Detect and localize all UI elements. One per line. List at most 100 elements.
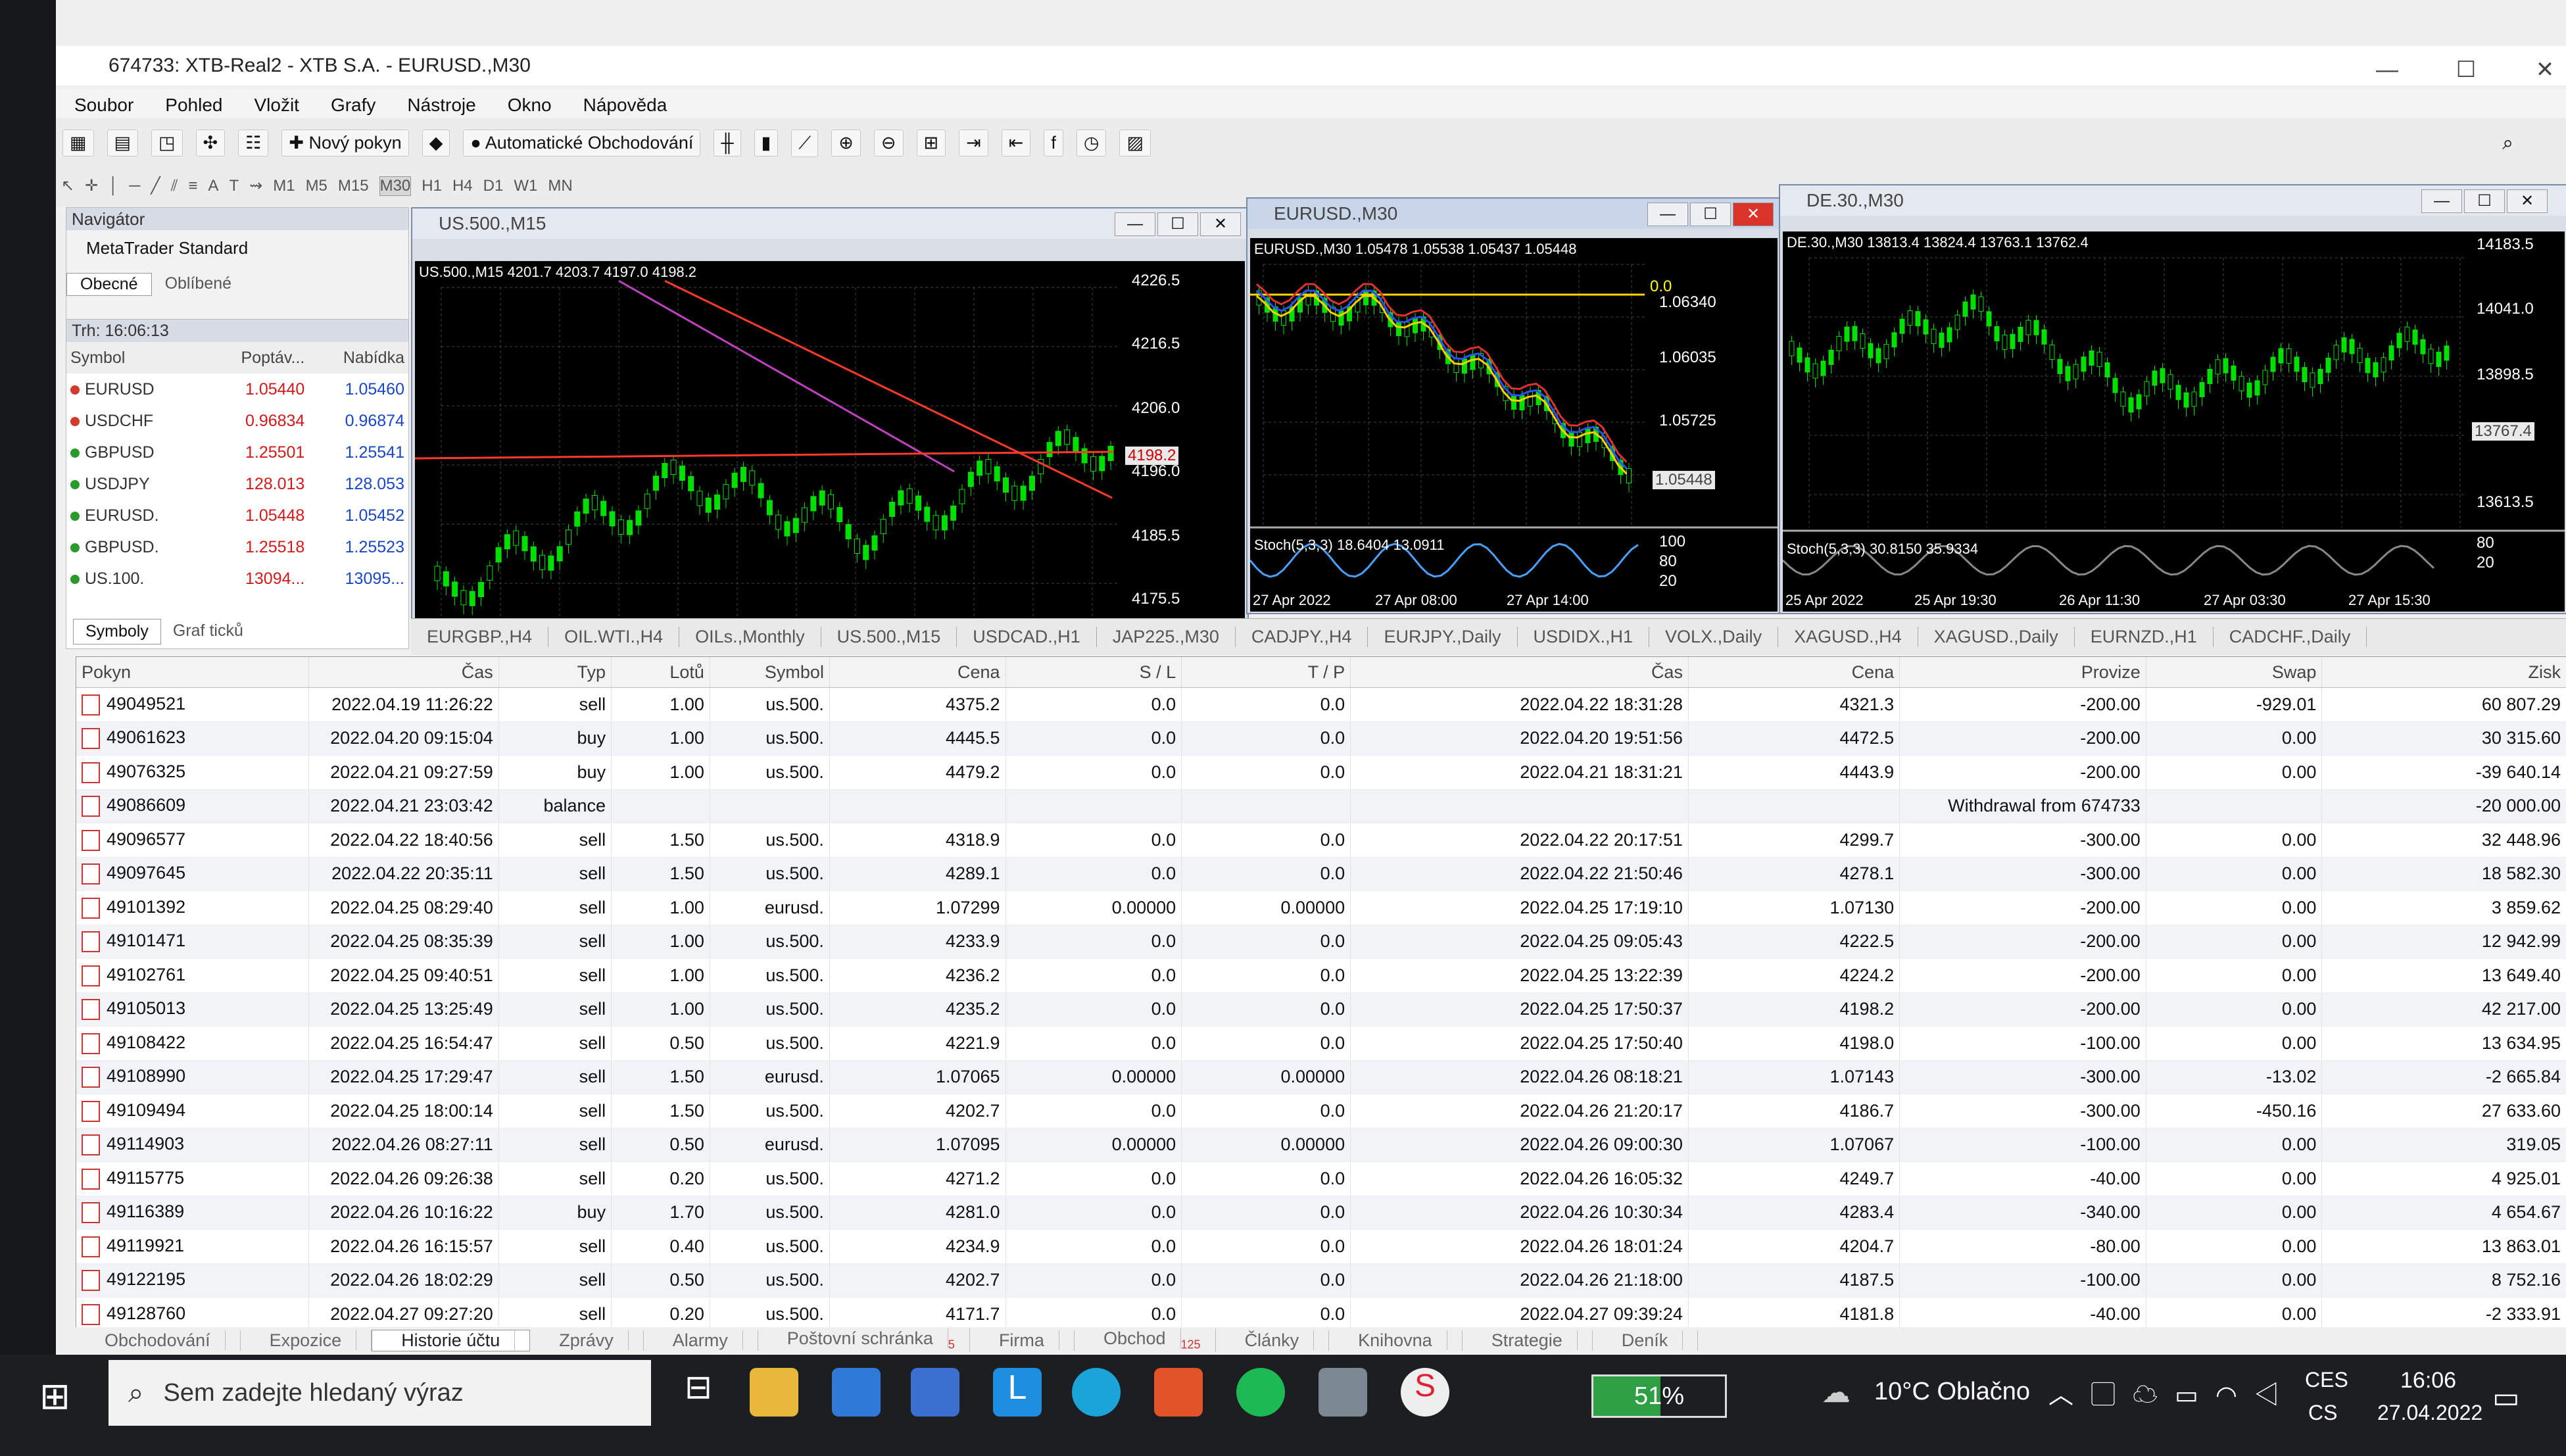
chart-maximize-button[interactable]: ☐ [2464, 189, 2505, 213]
clock-date[interactable]: 27.04.2022 [2377, 1401, 2482, 1425]
spotify-icon[interactable] [1236, 1368, 1285, 1417]
indicators-icon[interactable]: f [1044, 130, 1063, 157]
periods-icon[interactable]: ◷ [1076, 130, 1107, 157]
chart-tab[interactable]: CADCHF.,Daily [2214, 627, 2367, 647]
market-watch-icon[interactable]: ◳ [151, 130, 183, 157]
history-col-header[interactable]: Typ [498, 657, 612, 688]
chart-tab[interactable]: USDIDX.,H1 [1518, 627, 1650, 647]
menu-napoveda[interactable]: Nápověda [583, 95, 667, 116]
history-col-header[interactable]: Cena [1688, 657, 1900, 688]
history-row[interactable]: 49076325 2022.04.21 09:27:59 buy 1.00 us.500… [76, 755, 2566, 790]
lang-indicator-1[interactable]: CES [2305, 1368, 2348, 1392]
file-explorer-icon[interactable] [750, 1368, 798, 1417]
history-row[interactable]: 49128760 2022.04.27 09:27:20 sell 0.20 us.50… [76, 1297, 2566, 1332]
xtb-app-icon[interactable] [1319, 1368, 1367, 1417]
edge-icon[interactable] [1072, 1368, 1121, 1417]
fibonacci-icon[interactable]: ≡ [188, 177, 197, 195]
taskbar-search-box[interactable]: ⌕ Sem zadejte hledaný výraz [109, 1360, 651, 1426]
menu-nastroje[interactable]: Nástroje [407, 95, 475, 116]
history-col-header[interactable]: Symbol [710, 657, 830, 688]
lang-indicator-2[interactable]: CS [2308, 1401, 2337, 1425]
notifications-icon[interactable]: ▭ [2492, 1381, 2520, 1415]
market-row[interactable]: US.100. 13094... 13095... [66, 563, 408, 595]
chart-window-us500[interactable]: US.500.,M15 — ☐ ✕ US.500.,M15 4201.7 420… [411, 207, 1249, 624]
store-icon[interactable] [911, 1368, 959, 1417]
windows-start-icon[interactable]: ⊞ [39, 1374, 70, 1418]
line-chart-icon[interactable]: ⟋ [791, 129, 819, 157]
terminal-tab[interactable]: Firma [970, 1330, 1075, 1351]
vertical-line-icon[interactable]: │ [109, 177, 118, 195]
s-app-icon[interactable]: S [1401, 1368, 1449, 1417]
chart-tab[interactable]: EURNZD.,H1 [2075, 627, 2214, 647]
tf-mn[interactable]: MN [548, 177, 572, 195]
tab-tick-chart[interactable]: Graf ticků [161, 619, 255, 644]
history-col-header[interactable]: Swap [2146, 657, 2323, 688]
history-col-header[interactable]: Cena [829, 657, 1006, 688]
tf-m1[interactable]: M1 [273, 177, 295, 195]
tab-symbols[interactable]: Symboly [73, 619, 161, 644]
history-row[interactable]: 49108990 2022.04.25 17:29:47 sell 1.50 eurus… [76, 1060, 2566, 1094]
history-row[interactable]: 49122195 2022.04.26 18:02:29 sell 0.50 us.50… [76, 1263, 2566, 1298]
market-row[interactable]: USDCHF 0.96834 0.96874 [66, 405, 408, 437]
history-row[interactable]: 49061623 2022.04.20 09:15:04 buy 1.00 us.500… [76, 721, 2566, 756]
terminal-tab[interactable]: Knihovna [1329, 1330, 1463, 1351]
navigator-icon[interactable]: ✣ [195, 130, 226, 157]
tab-oblibene[interactable]: Oblíbené [152, 273, 245, 296]
chart-plot-de30[interactable]: DE.30.,M30 13813.4 13824.4 13763.1 13762… [1781, 231, 2565, 612]
navigator-root[interactable]: MetaTrader Standard [66, 230, 408, 266]
auto-trading-button[interactable]: ● Automatické Obchodování [463, 130, 701, 157]
history-row[interactable]: 49116389 2022.04.26 10:16:22 buy 1.70 us.500… [76, 1196, 2566, 1230]
market-row[interactable]: GBPUSD. 1.25518 1.25523 [66, 531, 408, 563]
tf-h4[interactable]: H4 [452, 177, 473, 195]
market-row[interactable]: GBPUSD 1.25501 1.25541 [66, 437, 408, 468]
chart-window-de30[interactable]: DE.30.,M30 — ☐ ✕ DE.30.,M30 13813.4 1382… [1779, 184, 2566, 614]
tf-m5[interactable]: M5 [306, 177, 327, 195]
bar-chart-icon[interactable]: ╫ [714, 130, 741, 157]
chart-tab[interactable]: CADJPY.,H4 [1236, 627, 1368, 647]
chart-tab[interactable]: EURJPY.,Daily [1368, 627, 1518, 647]
tf-d1[interactable]: D1 [483, 177, 504, 195]
chart-window-eurusd[interactable]: EURUSD.,M30 — ☐ ✕ EURUSD.,M30 1.05478 1.… [1246, 197, 1781, 614]
zoom-in-icon[interactable]: ⊕ [831, 130, 861, 157]
chart-minimize-button[interactable]: — [1115, 212, 1155, 236]
new-order-button[interactable]: ✚ Nový pokyn [281, 130, 409, 157]
chart-tab[interactable]: VOLX.,Daily [1649, 627, 1779, 647]
history-row[interactable]: 49049521 2022.04.19 11:26:22 sell 1.00 us.50… [76, 687, 2566, 722]
menu-grafy[interactable]: Grafy [331, 95, 375, 116]
history-row[interactable]: 49119921 2022.04.26 16:15:57 sell 0.40 us.50… [76, 1229, 2566, 1264]
terminal-tab[interactable]: Alarmy [644, 1330, 758, 1351]
tf-m30[interactable]: M30 [379, 176, 412, 196]
trendline-icon[interactable]: ╱ [151, 176, 160, 195]
chart-tab[interactable]: OILs.,Monthly [679, 627, 821, 647]
chart-plot-us500[interactable]: US.500.,M15 4201.7 4203.7 4197.0 4198.2 … [414, 261, 1245, 621]
history-row[interactable]: 49115775 2022.04.26 09:26:38 sell 0.20 us.50… [76, 1161, 2566, 1196]
avast-icon[interactable] [1154, 1368, 1203, 1417]
profiles-icon[interactable]: ▤ [107, 130, 139, 157]
history-col-header[interactable]: Čas [308, 657, 499, 688]
history-col-header[interactable]: Pokyn [76, 657, 309, 688]
history-col-header[interactable]: Provize [1899, 657, 2146, 688]
chart-tab[interactable]: XAGUSD.,Daily [1918, 627, 2075, 647]
chart-shift-icon[interactable]: ⇥ [959, 130, 988, 157]
history-row[interactable]: 49097645 2022.04.22 20:35:11 sell 1.50 us.50… [76, 857, 2566, 891]
chart-tab[interactable]: US.500.,M15 [821, 627, 957, 647]
terminal-tab[interactable]: Expozice [241, 1330, 372, 1351]
history-col-header[interactable]: Zisk [2321, 657, 2566, 688]
close-button[interactable]: ✕ [2509, 50, 2566, 89]
chart-maximize-button[interactable]: ☐ [1690, 203, 1731, 226]
task-view-icon[interactable]: ⊟ [674, 1368, 723, 1417]
chart-tab[interactable]: XAGUSD.,H4 [1778, 627, 1918, 647]
arrows-icon[interactable]: ⇝ [249, 176, 262, 195]
chart-close-button[interactable]: ✕ [1733, 203, 1774, 226]
tile-windows-icon[interactable]: ⊞ [916, 130, 946, 157]
history-row[interactable]: 49101392 2022.04.25 08:29:40 sell 1.00 eurus… [76, 890, 2566, 925]
maximize-button[interactable]: ☐ [2430, 50, 2502, 89]
col-bid[interactable]: Poptáv... [205, 342, 309, 374]
label-icon[interactable]: T [229, 177, 239, 195]
channel-icon[interactable]: ⫽ [171, 177, 178, 195]
tray-icons[interactable]: ︿▢☁▭◠◁ [2048, 1374, 2296, 1411]
chart-tab[interactable]: OIL.WTI.,H4 [548, 627, 680, 647]
menu-pohled[interactable]: Pohled [165, 95, 222, 116]
history-col-header[interactable]: Čas [1350, 657, 1689, 688]
terminal-tab[interactable]: Historie účtu [372, 1329, 531, 1351]
